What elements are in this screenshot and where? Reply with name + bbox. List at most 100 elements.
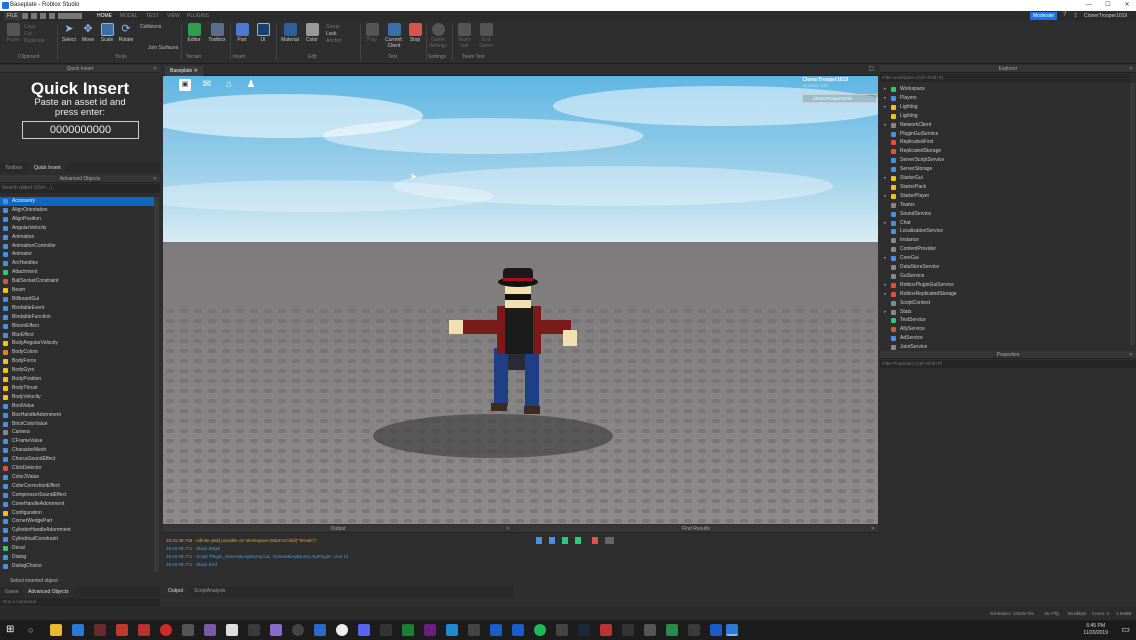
app-icon[interactable] (600, 624, 612, 636)
explorer-item[interactable]: ▸ NetworkClient (880, 121, 1130, 130)
steam-icon[interactable] (578, 624, 590, 636)
file-explorer-icon[interactable] (50, 624, 62, 636)
explorer-item[interactable]: TestService (880, 316, 1130, 325)
close-icon[interactable]: ✕ (871, 525, 875, 533)
expand-arrow-icon[interactable]: ▸ (884, 290, 887, 299)
app-icon[interactable] (710, 624, 722, 636)
backpack-icon[interactable]: ⌂ (223, 79, 235, 91)
app-icon[interactable] (226, 624, 238, 636)
object-list-item[interactable]: Attachment (0, 268, 154, 277)
exit-game-button[interactable]: Exit Game (476, 23, 496, 49)
tab-game[interactable]: Game (0, 587, 24, 597)
anchor-button[interactable]: Anchor (326, 38, 342, 45)
visual-studio-icon[interactable] (424, 624, 436, 636)
explorer-item[interactable]: PluginGuiService (880, 130, 1130, 139)
explorer-item[interactable]: ▸ StarterPlayer (880, 192, 1130, 201)
explorer-item[interactable]: Instance (880, 236, 1130, 245)
app-icon[interactable] (358, 624, 370, 636)
material-button[interactable]: Material (280, 23, 300, 43)
explorer-item[interactable]: ▸ Lighting (880, 103, 1130, 112)
object-list-item[interactable]: ConeHandleAdornment (0, 500, 154, 509)
current-client-button[interactable]: Current: Client (382, 23, 406, 49)
object-list-item[interactable]: Dialog (0, 553, 154, 562)
user-name[interactable]: ClonerTrooper1019 (1084, 13, 1127, 19)
properties-filter-input[interactable]: Filter Properties (Ctrl+Shift+P) (880, 360, 1136, 368)
tab-advanced-objects[interactable]: Advanced Objects (23, 587, 74, 597)
explorer-item[interactable]: ▸ Chat (880, 219, 1130, 228)
user-role-badge[interactable]: Moderate (1030, 12, 1058, 20)
app-icon[interactable] (314, 624, 326, 636)
app-icon[interactable] (94, 624, 106, 636)
object-list-item[interactable]: BodyForce (0, 357, 154, 366)
object-list-item[interactable]: Accessory (0, 197, 154, 206)
roblox-studio-taskbar-icon[interactable] (726, 624, 738, 636)
group-button[interactable]: Group (326, 24, 342, 31)
object-list-item[interactable]: DialogChoice (0, 562, 154, 571)
object-list-item[interactable]: CornerWedgePart (0, 517, 154, 526)
object-list-item[interactable]: AnimationController (0, 242, 154, 251)
team-test-button[interactable]: Team Test (454, 23, 474, 49)
explorer-item[interactable]: ▸ StarterGui (880, 174, 1130, 183)
expand-arrow-icon[interactable]: ▸ (884, 85, 887, 94)
app-icon[interactable] (512, 624, 524, 636)
color-button[interactable]: Color (302, 23, 322, 43)
object-list-item[interactable]: CompressorSoundEffect (0, 491, 154, 500)
select-button[interactable]: ➤ Select (59, 23, 79, 43)
object-list-item[interactable]: ChorusSoundEffect (0, 455, 154, 464)
tab-baseplate[interactable]: Baseplate ✕ (165, 66, 203, 76)
app-icon[interactable] (248, 624, 260, 636)
explorer-item[interactable]: ReplicatedStorage (880, 147, 1130, 156)
explorer-item[interactable]: Lighting (880, 112, 1130, 121)
toolbox-button[interactable]: Toolbox (207, 23, 227, 43)
explorer-item[interactable]: ReplicatedFirst (880, 138, 1130, 147)
app-icon[interactable] (556, 624, 568, 636)
explorer-item[interactable]: ▸ CoreGui (880, 254, 1130, 263)
select-inserted-object-checkbox[interactable]: Select inserted object (10, 578, 58, 584)
object-list-item[interactable]: Configuration (0, 509, 154, 518)
object-list-item[interactable]: CylinderHandleAdornment (0, 526, 154, 535)
spotify-icon[interactable] (534, 624, 546, 636)
close-button[interactable]: ✕ (1118, 0, 1136, 11)
close-icon[interactable]: ✕ (1129, 351, 1133, 359)
notification-icon[interactable]: ▭ (1121, 624, 1130, 635)
explorer-item[interactable]: AllyService (880, 325, 1130, 334)
object-list-item[interactable]: CylindricalConstraint (0, 535, 154, 544)
ui-button[interactable]: UI (253, 23, 273, 43)
object-list-item[interactable]: BodyColors (0, 348, 154, 357)
tab-model[interactable]: MODEL (117, 12, 141, 20)
explorer-item[interactable]: ContentProvider (880, 245, 1130, 254)
tab-output[interactable]: Output (163, 586, 189, 596)
explorer-item[interactable]: LocalizationService (880, 227, 1130, 236)
expand-arrow-icon[interactable]: ▸ (884, 121, 887, 130)
object-list-item[interactable]: BloomEffect (0, 322, 154, 331)
object-list-item[interactable]: AlignPosition (0, 215, 154, 224)
asset-id-input[interactable]: 0000000000 (22, 121, 139, 139)
object-list-item[interactable]: Beam (0, 286, 154, 295)
app-icon[interactable] (116, 624, 128, 636)
explorer-item[interactable]: ▸ Players (880, 94, 1130, 103)
explorer-item[interactable]: GuiService (880, 272, 1130, 281)
stop-button[interactable]: Stop (405, 23, 425, 43)
app-icon[interactable] (622, 624, 634, 636)
object-list-item[interactable]: BodyThrust (0, 384, 154, 393)
object-list-item[interactable]: Animator (0, 250, 154, 259)
explorer-item[interactable]: ▸ RobloxPluginGuiService (880, 281, 1130, 290)
cut-button[interactable]: Cut (24, 31, 45, 38)
app-icon[interactable] (666, 624, 678, 636)
explorer-item[interactable]: Teams (880, 201, 1130, 210)
help-icon[interactable]: ? (1063, 12, 1066, 18)
maximize-viewport-icon[interactable]: ☐ (869, 66, 874, 73)
maximize-button[interactable]: ☐ (1099, 0, 1117, 11)
object-search-input[interactable]: Search object (Ctrl+...) (0, 184, 160, 193)
explorer-item[interactable]: SoundService (880, 210, 1130, 219)
explorer-item[interactable]: ServerStorage (880, 165, 1130, 174)
app-icon[interactable] (292, 624, 304, 636)
explorer-item[interactable]: ▸ RobloxReplicatedStorage (880, 290, 1130, 299)
copy-button[interactable]: Copy (24, 24, 45, 31)
close-icon[interactable]: ✕ (1129, 65, 1133, 73)
object-list-item[interactable]: BodyAngularVelocity (0, 339, 154, 348)
object-list-item[interactable]: BindableFunction (0, 313, 154, 322)
duplicate-button[interactable]: Duplicate (24, 38, 45, 45)
object-list-item[interactable]: AngularVelocity (0, 224, 154, 233)
object-list-scrollbar[interactable] (154, 197, 159, 572)
